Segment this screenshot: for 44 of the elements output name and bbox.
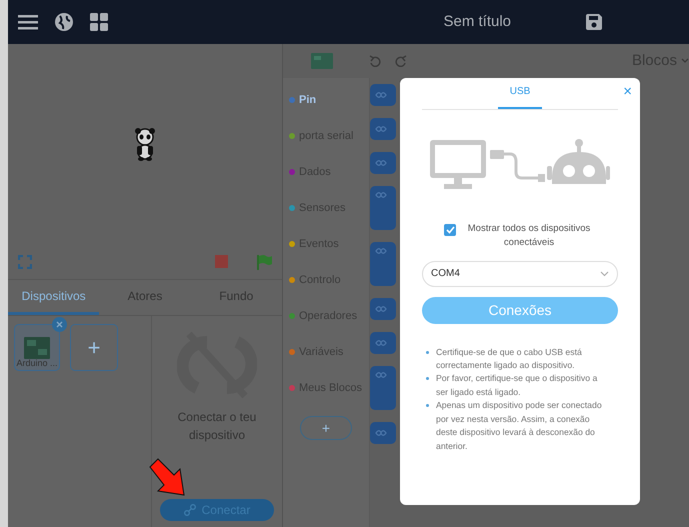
connections-button[interactable]: Conexões: [422, 296, 618, 324]
stop-icon[interactable]: [215, 255, 228, 268]
tip-text: Certifique-se de que o cabo USB está correctamente ligado ao dispositivo.: [436, 346, 583, 372]
code-block[interactable]: [370, 298, 396, 320]
fullscreen-icon[interactable]: [18, 254, 32, 268]
circuit-board-icon[interactable]: [311, 53, 333, 69]
dialog-tab[interactable]: USB: [498, 84, 542, 109]
code-block[interactable]: [370, 242, 396, 286]
add-device-button[interactable]: +: [70, 324, 118, 371]
save-icon[interactable]: [585, 13, 603, 31]
port-select[interactable]: COM4: [422, 260, 618, 286]
tip-text: Apenas um dispositivo pode ser conectado por vez nesta versão. Assim, a conexão deste dispositivo levará à desconexão do anterior.: [436, 399, 603, 453]
code-block[interactable]: [370, 84, 396, 106]
redo-icon[interactable]: [395, 55, 407, 67]
code-block[interactable]: [370, 118, 396, 140]
code-block[interactable]: [370, 152, 396, 174]
checkbox-label: Mostrar todos os dispositivos conectáveis: [466, 222, 592, 250]
code-block[interactable]: [370, 186, 396, 230]
globe-icon[interactable]: [54, 12, 74, 32]
grid-icon[interactable]: [90, 13, 108, 31]
category-item[interactable]: Pin: [283, 82, 369, 118]
chevron-down-icon: [600, 270, 609, 276]
checkbox[interactable]: [444, 224, 456, 236]
panda-drawing: [132, 127, 158, 161]
code-block[interactable]: [370, 366, 396, 410]
arrow-icon: [148, 457, 186, 497]
project-title: Sem título: [443, 12, 511, 32]
add-extension-button[interactable]: +: [300, 416, 352, 440]
remove-icon[interactable]: [52, 317, 67, 332]
bullet-icon: [426, 350, 429, 354]
menu-icon[interactable]: [18, 14, 38, 30]
close-button[interactable]: ×: [623, 84, 632, 99]
caret-icon: [681, 58, 689, 64]
code-block[interactable]: [370, 332, 396, 354]
tip-text: Por favor, certifique-se que o dispositivo a ser ligado está ligado.: [436, 372, 598, 399]
device-label: Arduino ...: [16, 359, 58, 368]
circuit-board-icon: [24, 337, 50, 359]
flag-icon[interactable]: [256, 254, 272, 270]
link-icon: [184, 504, 196, 516]
code-block[interactable]: [370, 422, 396, 444]
bullet-icon: [426, 377, 429, 380]
undo-icon[interactable]: [369, 55, 381, 67]
bullet-icon: [426, 404, 429, 408]
device-tile[interactable]: Arduino ...: [14, 324, 60, 371]
